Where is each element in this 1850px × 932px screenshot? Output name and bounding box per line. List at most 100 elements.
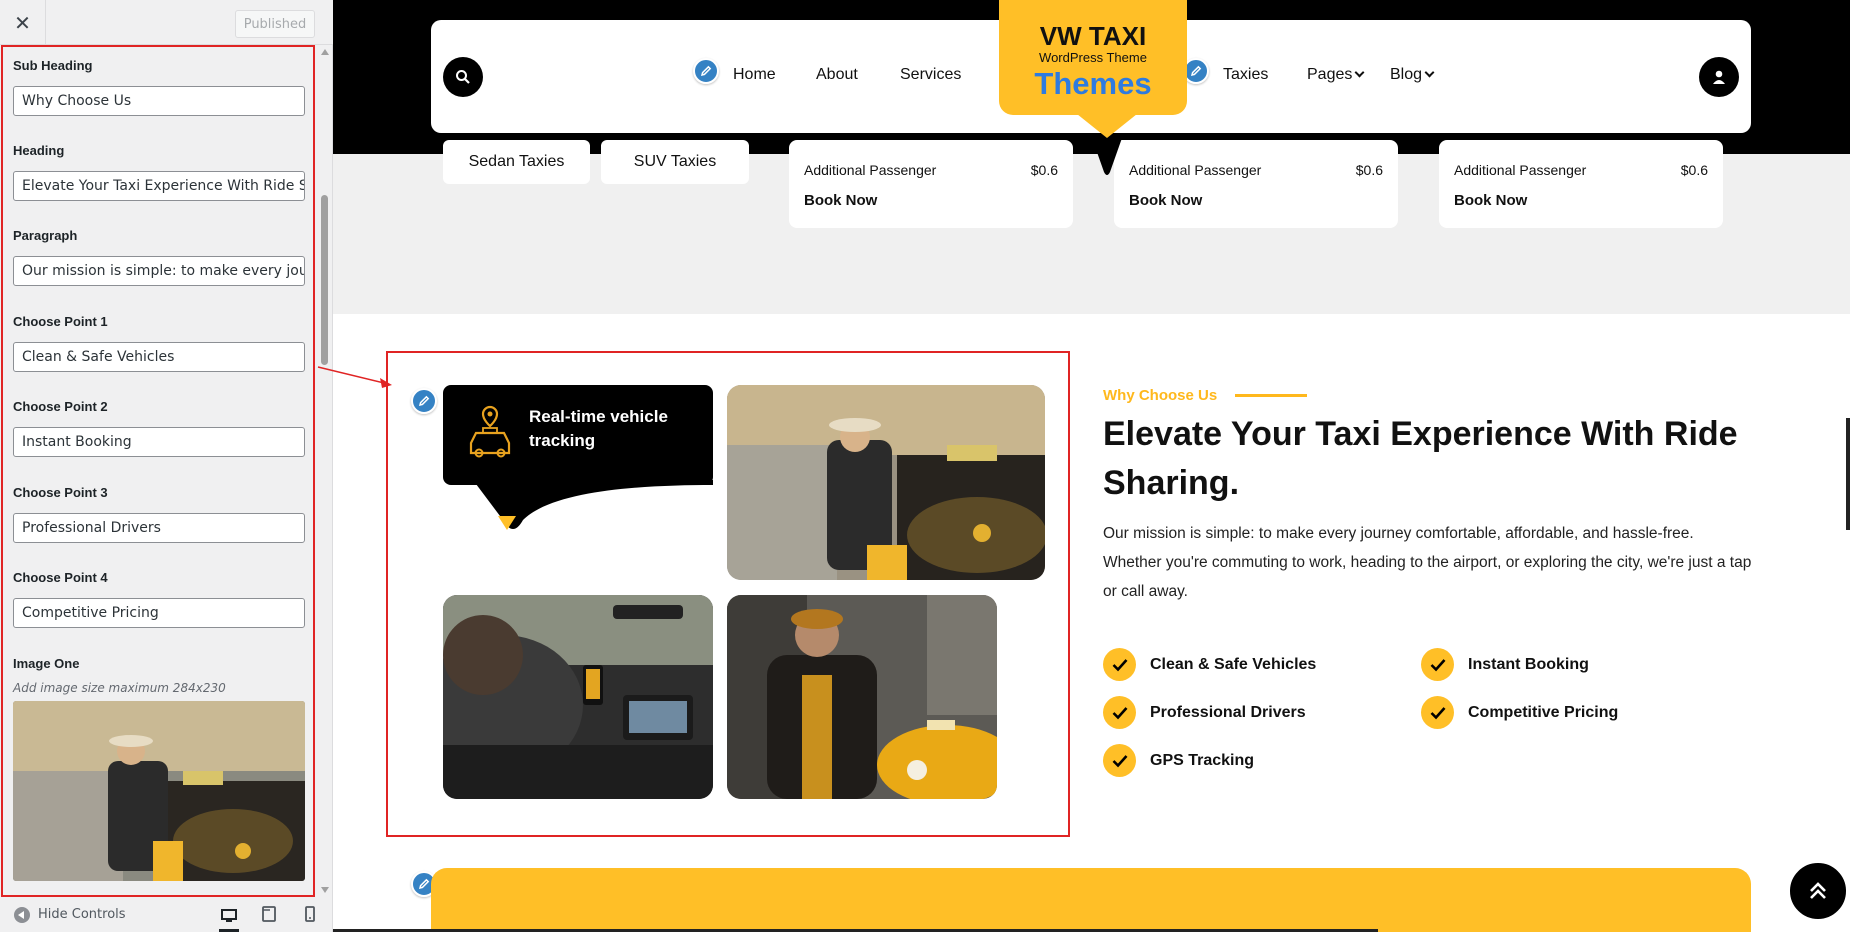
logo-subtitle: WordPress Theme bbox=[1039, 50, 1147, 65]
sub-heading-row: Why Choose Us bbox=[1103, 385, 1783, 404]
field-label: Choose Point 1 bbox=[13, 314, 108, 329]
tab-suv-taxies[interactable]: SUV Taxies bbox=[601, 140, 749, 184]
tracking-card: Real-time vehicle tracking bbox=[443, 385, 713, 485]
chevron-down-icon bbox=[1354, 67, 1365, 78]
price-label: Additional Passenger bbox=[1454, 162, 1587, 178]
tracking-card-tail bbox=[443, 480, 713, 530]
back-to-top-button[interactable] bbox=[1788, 861, 1848, 921]
choose-point: Professional Drivers bbox=[1103, 696, 1306, 729]
tablet-icon bbox=[262, 906, 276, 922]
scrollbar-thumb[interactable] bbox=[321, 195, 328, 365]
scroll-up-icon[interactable] bbox=[321, 49, 329, 55]
scroll-down-icon[interactable] bbox=[321, 887, 329, 893]
section-heading: Elevate Your Taxi Experience With Ride S… bbox=[1103, 415, 1738, 502]
customizer-footer: Hide Controls bbox=[0, 897, 333, 932]
logo-pointer bbox=[1077, 114, 1137, 138]
double-chevron-up-icon bbox=[1810, 882, 1826, 899]
field-description: Add image size maximum 284x230 bbox=[13, 681, 226, 695]
sub-heading-input[interactable]: Why Choose Us bbox=[13, 86, 305, 116]
nav-taxies[interactable]: Taxies bbox=[1223, 66, 1268, 84]
desktop-preview-button[interactable] bbox=[219, 902, 239, 932]
price-card: Additional Passenger $0.6 Book Now bbox=[1114, 140, 1398, 228]
site-preview: Sedan Taxies SUV Taxies Additional Passe… bbox=[333, 0, 1850, 932]
nav-home[interactable]: Home bbox=[733, 66, 776, 84]
price-card: Additional Passenger $0.6 Book Now bbox=[1439, 140, 1723, 228]
choose-point: Instant Booking bbox=[1421, 648, 1589, 681]
field-label: Choose Point 3 bbox=[13, 485, 108, 500]
price-row: Additional Passenger $0.6 bbox=[804, 162, 1058, 178]
field-label: Sub Heading bbox=[13, 58, 93, 73]
field-label: Paragraph bbox=[13, 228, 78, 243]
section-paragraph: Our mission is simple: to make every jou… bbox=[1103, 525, 1752, 600]
nav-blog-label: Blog bbox=[1390, 66, 1423, 83]
image-one-control: Image One Add image size maximum 284x230 bbox=[13, 655, 307, 881]
search-button[interactable] bbox=[443, 57, 483, 97]
sidebar-scrollbar[interactable] bbox=[318, 45, 332, 897]
choose-point-2-control: Choose Point 2 Instant Booking bbox=[13, 398, 307, 457]
mobile-preview-button[interactable] bbox=[300, 904, 320, 924]
choose-point-3-input[interactable]: Professional Drivers bbox=[13, 513, 305, 543]
price-row: Additional Passenger $0.6 bbox=[1454, 162, 1708, 178]
check-icon bbox=[1103, 648, 1136, 681]
choose-point-label: GPS Tracking bbox=[1150, 751, 1255, 769]
check-icon bbox=[1103, 696, 1136, 729]
pencil-icon bbox=[1190, 65, 1202, 77]
customizer-header: ✕ Published bbox=[0, 0, 333, 45]
check-icon bbox=[1421, 696, 1454, 729]
pencil-icon bbox=[700, 65, 712, 77]
choose-point-3-control: Choose Point 3 Professional Drivers bbox=[13, 484, 307, 543]
paragraph-control: Paragraph Our mission is simple: to make… bbox=[13, 227, 307, 286]
nav-about[interactable]: About bbox=[816, 66, 858, 84]
taxi-location-icon bbox=[469, 405, 511, 458]
price-label: Additional Passenger bbox=[1129, 162, 1262, 178]
close-icon: ✕ bbox=[14, 10, 31, 35]
check-icon bbox=[1103, 744, 1136, 777]
choose-point-1-input[interactable]: Clean & Safe Vehicles bbox=[13, 342, 305, 372]
why-choose-us-content: Why Choose Us Elevate Your Taxi Experien… bbox=[1103, 385, 1783, 606]
search-icon bbox=[456, 70, 470, 84]
price-label: Additional Passenger bbox=[804, 162, 937, 178]
price-value: $0.6 bbox=[1680, 162, 1708, 178]
book-now-link[interactable]: Book Now bbox=[1454, 192, 1527, 209]
paragraph-input[interactable]: Our mission is simple: to make every jou… bbox=[13, 256, 305, 286]
logo-title: VW TAXI bbox=[1039, 21, 1147, 51]
customizer-sidebar: ✕ Published Sub Heading Why Choose Us He… bbox=[0, 0, 333, 932]
site-logo[interactable]: VW TAXI WordPress Theme Themes bbox=[999, 0, 1187, 115]
photo-woman-taxi bbox=[727, 385, 1045, 580]
mobile-icon bbox=[305, 906, 315, 922]
choose-point: Competitive Pricing bbox=[1421, 696, 1618, 729]
book-now-link[interactable]: Book Now bbox=[804, 192, 877, 209]
tablet-preview-button[interactable] bbox=[259, 904, 279, 924]
edit-menu-pencil[interactable] bbox=[693, 58, 719, 84]
tracking-card-text: Real-time vehicle tracking bbox=[529, 407, 668, 450]
close-customizer-button[interactable]: ✕ bbox=[0, 0, 46, 45]
section-controls-panel: Sub Heading Why Choose Us Heading Elevat… bbox=[1, 45, 315, 897]
hide-controls-button[interactable]: Hide Controls bbox=[14, 906, 126, 923]
photo-man-taxi bbox=[727, 595, 997, 799]
price-value: $0.6 bbox=[1355, 162, 1383, 178]
choose-point-label: Instant Booking bbox=[1468, 655, 1589, 673]
nav-pages-label: Pages bbox=[1307, 66, 1353, 83]
choose-point-label: Professional Drivers bbox=[1150, 703, 1306, 721]
choose-point-1-control: Choose Point 1 Clean & Safe Vehicles bbox=[13, 313, 307, 372]
preview-scroll-indicator bbox=[1846, 418, 1850, 530]
field-label: Choose Point 2 bbox=[13, 399, 108, 414]
sub-heading-line bbox=[1235, 394, 1308, 397]
choose-point-2-input[interactable]: Instant Booking bbox=[13, 427, 305, 457]
tab-sedan-taxies[interactable]: Sedan Taxies bbox=[443, 140, 590, 184]
nav-pages[interactable]: Pages bbox=[1307, 66, 1365, 84]
logo-brand: Themes bbox=[1034, 66, 1152, 101]
edit-section-pencil[interactable] bbox=[411, 388, 437, 414]
pencil-icon bbox=[418, 395, 430, 407]
field-label: Image One bbox=[13, 656, 80, 671]
collapse-icon bbox=[14, 906, 30, 923]
choose-point-4-input[interactable]: Competitive Pricing bbox=[13, 598, 305, 628]
image-one-thumbnail[interactable] bbox=[13, 701, 305, 881]
nav-services[interactable]: Services bbox=[900, 66, 961, 84]
heading-input[interactable]: Elevate Your Taxi Experience With Ride S… bbox=[13, 171, 305, 201]
field-label: Choose Point 4 bbox=[13, 570, 108, 585]
user-icon bbox=[1713, 70, 1725, 84]
account-button[interactable] bbox=[1699, 57, 1739, 97]
book-now-link[interactable]: Book Now bbox=[1129, 192, 1202, 209]
nav-blog[interactable]: Blog bbox=[1390, 66, 1435, 84]
